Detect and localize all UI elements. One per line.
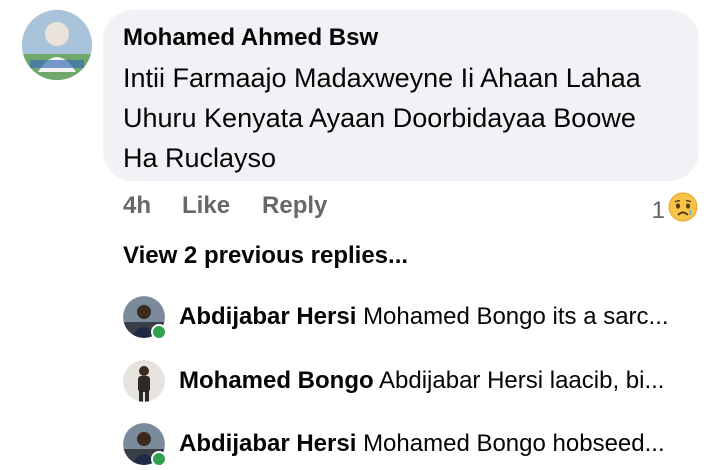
view-previous-replies-link[interactable]: View 2 previous replies...: [123, 242, 408, 270]
comment-timestamp[interactable]: 4h: [123, 192, 151, 220]
reply-button[interactable]: Reply: [262, 192, 327, 220]
reply-avatar[interactable]: [123, 423, 167, 467]
commenter-avatar[interactable]: [22, 10, 92, 80]
reply-item[interactable]: Abdijabar Hersi Mohamed Bongo its a sarc…: [123, 295, 703, 340]
reply-author[interactable]: Abdijabar Hersi: [179, 430, 356, 457]
comment-text: Intii Farmaajo Madaxweyne Ii Ahaan Lahaa…: [123, 63, 641, 173]
comment-actions: 4h Like Reply: [123, 192, 327, 220]
reply-avatar[interactable]: [123, 360, 165, 402]
reply-avatar[interactable]: [123, 296, 167, 340]
reply-snippet[interactable]: Abdijabar Hersi laacib, bi...: [379, 367, 664, 394]
reply-content: Abdijabar Hersi Mohamed Bongo its a sarc…: [179, 303, 669, 331]
reply-item[interactable]: Mohamed Bongo Abdijabar Hersi laacib, bi…: [123, 359, 703, 403]
reply-author[interactable]: Mohamed Bongo: [179, 367, 374, 394]
reply-content: Mohamed Bongo Abdijabar Hersi laacib, bi…: [179, 367, 664, 395]
online-status-dot: [151, 324, 167, 340]
reaction-summary[interactable]: 1: [652, 192, 698, 229]
online-status-dot: [151, 451, 167, 467]
comment-author[interactable]: Mohamed Ahmed Bsw: [123, 24, 679, 52]
reply-item[interactable]: Abdijabar Hersi Mohamed Bongo hobseed...: [123, 422, 703, 467]
reply-snippet[interactable]: Mohamed Bongo its a sarc...: [363, 303, 668, 330]
like-button[interactable]: Like: [182, 192, 230, 220]
comment-bubble: Mohamed Ahmed Bsw Intii Farmaajo Madaxwe…: [103, 10, 699, 181]
reaction-count: 1: [651, 196, 665, 224]
reply-content: Abdijabar Hersi Mohamed Bongo hobseed...: [179, 430, 665, 458]
reply-author[interactable]: Abdijabar Hersi: [179, 303, 356, 330]
reply-snippet[interactable]: Mohamed Bongo hobseed...: [363, 430, 665, 457]
sad-face-icon: [668, 192, 698, 229]
